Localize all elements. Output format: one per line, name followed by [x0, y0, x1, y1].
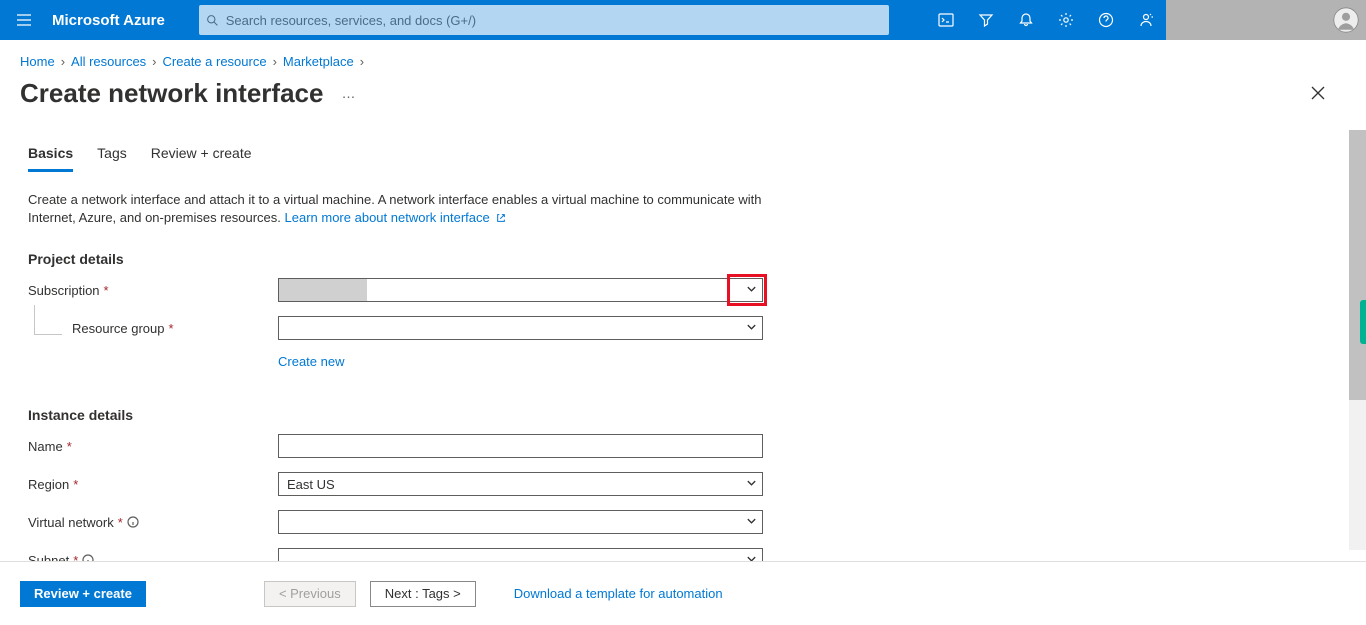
row-name: Name * — [28, 433, 1338, 459]
row-virtual-network: Virtual network * — [28, 509, 1338, 535]
subscription-label: Subscription * — [28, 283, 278, 298]
help-icon[interactable] — [1086, 0, 1126, 40]
vnet-label: Virtual network * — [28, 515, 278, 530]
breadcrumb-link[interactable]: Home — [20, 54, 55, 69]
account-placeholder — [1166, 0, 1326, 40]
info-icon[interactable] — [127, 516, 139, 528]
review-create-button[interactable]: Review + create — [20, 581, 146, 607]
search-icon — [199, 14, 226, 27]
previous-button: < Previous — [264, 581, 356, 607]
description-text: Create a network interface and attach it… — [28, 191, 788, 227]
notifications-icon[interactable] — [1006, 0, 1046, 40]
directory-filter-icon[interactable] — [966, 0, 1006, 40]
page-title: Create network interface — [20, 78, 323, 109]
external-link-icon — [496, 210, 506, 228]
wizard-footer: Review + create < Previous Next : Tags >… — [0, 561, 1366, 625]
required-marker: * — [73, 477, 78, 492]
breadcrumb: Home› All resources› Create a resource› … — [0, 40, 1366, 73]
header-actions — [926, 0, 1366, 40]
chevron-right-icon: › — [61, 54, 65, 69]
chevron-down-icon — [746, 321, 757, 336]
tab-tags[interactable]: Tags — [97, 145, 127, 172]
required-marker: * — [67, 439, 72, 454]
subscription-select-wrap — [278, 278, 763, 302]
section-instance-details: Instance details — [28, 407, 1338, 423]
region-select[interactable]: East US — [278, 472, 763, 496]
hamburger-icon — [16, 12, 32, 28]
account-avatar[interactable] — [1326, 0, 1366, 40]
menu-toggle[interactable] — [0, 0, 48, 40]
next-button[interactable]: Next : Tags > — [370, 581, 476, 607]
tab-basics[interactable]: Basics — [28, 145, 73, 172]
row-resource-group: Resource group * — [28, 315, 1338, 341]
tab-review-create[interactable]: Review + create — [151, 145, 252, 172]
breadcrumb-link[interactable]: Create a resource — [163, 54, 267, 69]
close-button[interactable] — [1302, 77, 1334, 109]
chevron-right-icon: › — [152, 54, 156, 69]
name-input[interactable] — [278, 434, 763, 458]
region-label: Region * — [28, 477, 278, 492]
row-region: Region * East US — [28, 471, 1338, 497]
chevron-right-icon: › — [273, 54, 277, 69]
search-input[interactable] — [226, 5, 889, 35]
resource-group-select[interactable] — [278, 316, 763, 340]
chevron-right-icon: › — [360, 54, 364, 69]
scrollbar-thumb[interactable] — [1349, 130, 1366, 400]
required-marker: * — [118, 515, 123, 530]
more-actions-button[interactable]: … — [341, 85, 356, 101]
resource-group-label: Resource group * — [28, 321, 278, 336]
redacted-value — [279, 279, 367, 301]
main-content: Basics Tags Review + create Create a net… — [0, 145, 1366, 573]
chevron-down-icon — [746, 477, 757, 492]
download-template-link[interactable]: Download a template for automation — [514, 586, 723, 601]
close-icon — [1311, 86, 1325, 100]
name-label: Name * — [28, 439, 278, 454]
subscription-select[interactable] — [278, 278, 763, 302]
top-bar: Microsoft Azure — [0, 0, 1366, 40]
learn-more-link[interactable]: Learn more about network interface — [285, 210, 490, 225]
edge-indicator — [1360, 300, 1366, 344]
breadcrumb-link[interactable]: All resources — [71, 54, 146, 69]
chevron-down-icon — [746, 515, 757, 530]
breadcrumb-link[interactable]: Marketplace — [283, 54, 354, 69]
required-marker: * — [104, 283, 109, 298]
feedback-icon[interactable] — [1126, 0, 1166, 40]
brand-label[interactable]: Microsoft Azure — [48, 12, 183, 29]
row-subscription: Subscription * — [28, 277, 1338, 303]
cloud-shell-icon[interactable] — [926, 0, 966, 40]
section-project-details: Project details — [28, 251, 1338, 267]
global-search[interactable] — [199, 5, 889, 35]
title-row: Create network interface … — [0, 77, 1366, 109]
required-marker: * — [169, 321, 174, 336]
tab-bar: Basics Tags Review + create — [28, 145, 1338, 173]
vnet-select[interactable] — [278, 510, 763, 534]
chevron-down-icon — [746, 283, 757, 298]
create-new-rg-link[interactable]: Create new — [278, 354, 344, 369]
settings-icon[interactable] — [1046, 0, 1086, 40]
